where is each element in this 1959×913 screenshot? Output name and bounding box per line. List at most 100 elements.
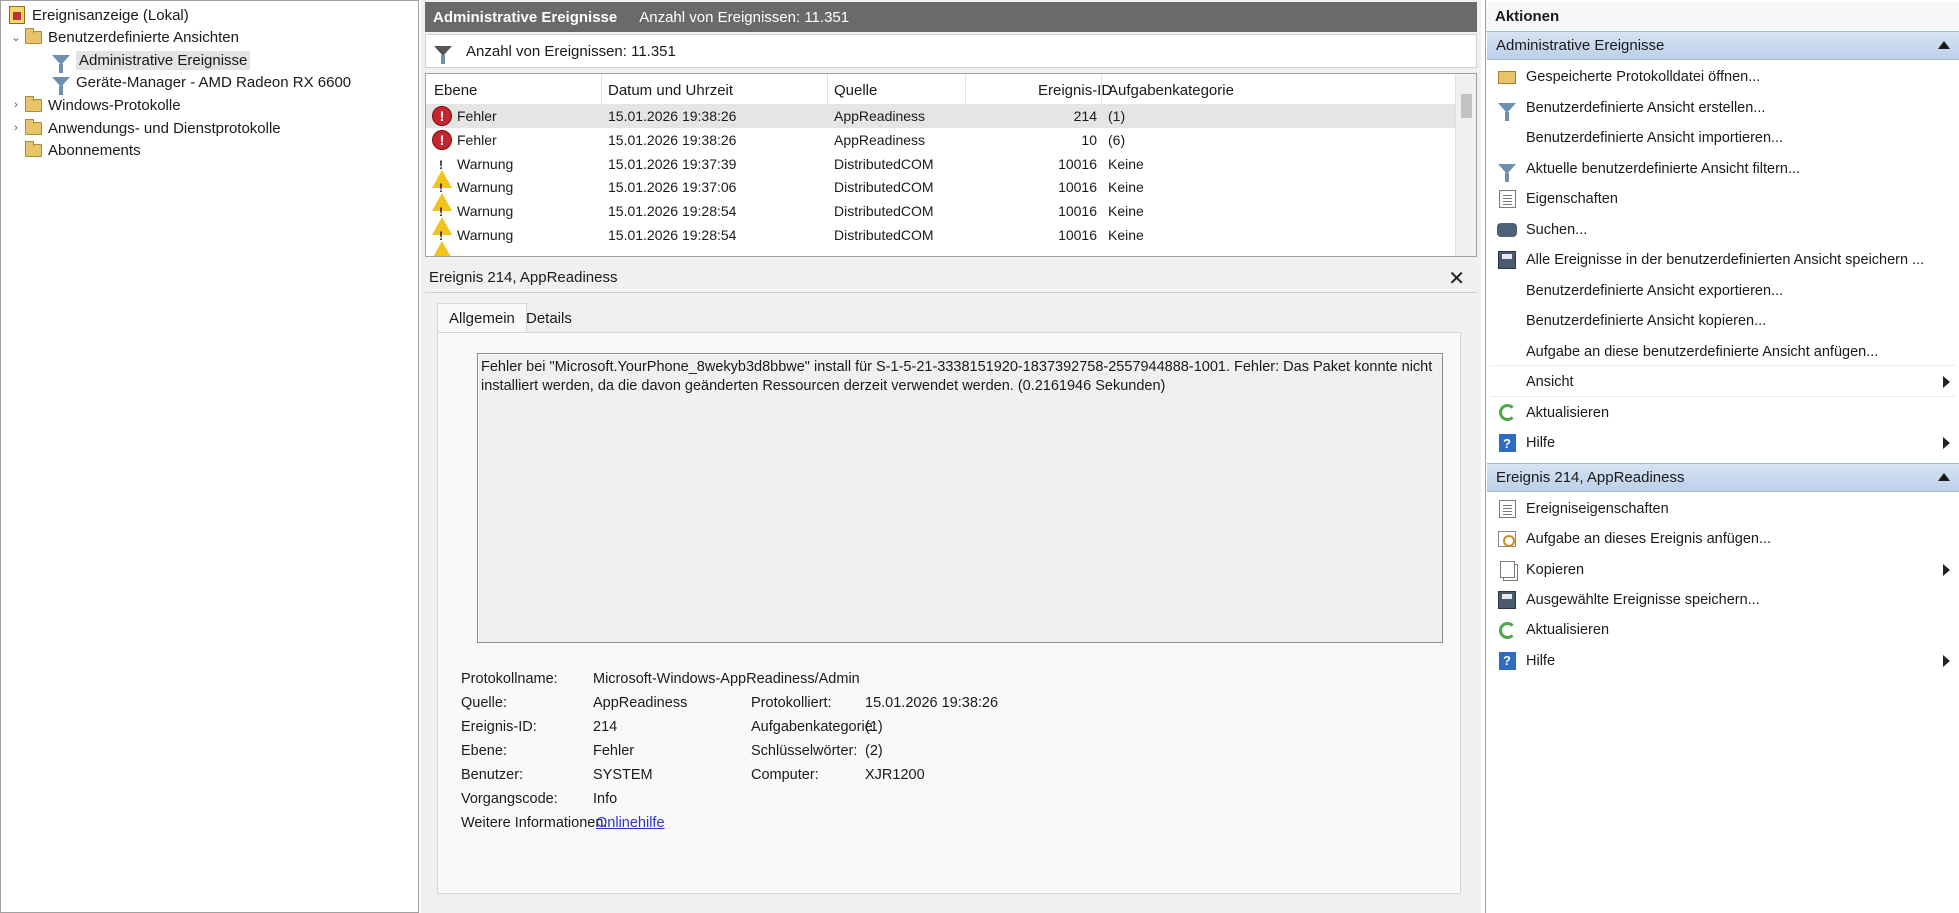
cell-event-id: 10016 [1058, 155, 1097, 172]
save-icon [1497, 590, 1517, 610]
cell-source: DistributedCOM [834, 179, 934, 196]
tab-details[interactable]: Details [515, 303, 583, 333]
action-label: Benutzerdefinierte Ansicht erstellen... [1526, 99, 1766, 116]
tree-node-device-manager[interactable]: Geräte-Manager - AMD Radeon RX 6600 [51, 71, 351, 95]
action-benutzerdefinierte-ansicht-erstellen[interactable]: Benutzerdefinierte Ansicht erstellen... [1486, 93, 1959, 123]
value-task-category[interactable]: (1) [865, 719, 883, 735]
value-logged[interactable]: 15.01.2026 19:38:26 [865, 695, 998, 711]
action-aktualisieren[interactable]: Aktualisieren [1486, 398, 1959, 428]
event-count: Anzahl von Ereignissen: 11.351 [639, 8, 850, 26]
cell-task-category: (6) [1108, 131, 1126, 148]
action-aufgabe-an-diese-benutzerdefinierte-ansicht-anfügen[interactable]: Aufgabe an diese benutzerdefinierte Ansi… [1486, 337, 1959, 367]
cell-level: Warnung [457, 203, 514, 220]
cell-event-id: 214 [1073, 108, 1097, 124]
cell-source: DistributedCOM [834, 227, 934, 243]
table-scrollbar[interactable] [1455, 74, 1476, 256]
warning-icon: ! [432, 225, 452, 256]
help-icon: ? [1497, 433, 1517, 453]
action-gespeicherte-protokolldatei-öffnen[interactable]: Gespeicherte Protokolldatei öffnen... [1486, 62, 1959, 92]
action-hilfe[interactable]: ? Hilfe [1486, 646, 1959, 676]
collapse-icon[interactable] [1938, 473, 1950, 481]
column-header-task-category[interactable]: Aufgabenkategorie [1108, 82, 1234, 99]
chevron-down-icon[interactable]: ⌄ [9, 31, 23, 44]
tree-node-custom-views[interactable]: ⌄ Benutzerdefinierte Ansichten [9, 26, 239, 48]
tree-node-root[interactable]: Ereignisanzeige (Lokal) [7, 4, 189, 26]
action-alle-ereignisse-in-der-benutzerdefinierten-ansicht-speichern[interactable]: Alle Ereignisse in der benutzerdefiniert… [1486, 245, 1959, 275]
label-task-category: Aufgabenkategorie: [751, 719, 877, 735]
column-header-source[interactable]: Quelle [834, 82, 877, 99]
column-header-datetime[interactable]: Datum und Uhrzeit [608, 82, 733, 99]
action-ansicht[interactable]: Ansicht [1486, 367, 1959, 397]
collapse-icon[interactable] [1938, 41, 1950, 49]
cell-source: DistributedCOM [834, 155, 934, 172]
value-opcode[interactable]: Info [593, 791, 617, 807]
action-kopieren[interactable]: Kopieren [1486, 555, 1959, 585]
tree-node-admin-events[interactable]: Administrative Ereignisse [51, 49, 251, 73]
action-ausgewählte-ereignisse-speichern[interactable]: Ausgewählte Ereignisse speichern... [1486, 585, 1959, 615]
section-admin-events[interactable]: Administrative Ereignisse [1487, 31, 1959, 60]
value-event-id[interactable]: 214 [593, 719, 617, 735]
action-benutzerdefinierte-ansicht-kopieren[interactable]: Benutzerdefinierte Ansicht kopieren... [1486, 306, 1959, 336]
action-aktualisieren[interactable]: Aktualisieren [1486, 615, 1959, 645]
action-suchen[interactable]: Suchen... [1486, 215, 1959, 245]
action-benutzerdefinierte-ansicht-exportieren[interactable]: Benutzerdefinierte Ansicht exportieren..… [1486, 276, 1959, 306]
action-aufgabe-an-dieses-ereignis-anfügen[interactable]: Aufgabe an dieses Ereignis anfügen... [1486, 524, 1959, 554]
event-properties-icon [1497, 499, 1517, 519]
table-row[interactable]: ! Warnung 15.01.2026 19:37:39 DistributedCO… [426, 152, 1456, 188]
events-table[interactable]: Ebene Datum und Uhrzeit Quelle Ereignis-… [425, 73, 1477, 257]
value-source[interactable]: AppReadiness [593, 695, 687, 711]
tree-node-subscriptions[interactable]: Abonnements [23, 139, 141, 161]
value-computer[interactable]: XJR1200 [865, 767, 925, 783]
value-level[interactable]: Fehler [593, 743, 634, 759]
close-icon[interactable]: ✕ [1448, 266, 1465, 291]
create-view-icon [1497, 98, 1517, 121]
value-log-name[interactable]: Microsoft-Windows-AppReadiness/Admin [593, 671, 860, 687]
filter-icon [51, 72, 71, 95]
event-detail-title: Ereignis 214, AppReadiness [429, 269, 618, 286]
action-label: Ausgewählte Ereignisse speichern... [1526, 591, 1760, 608]
folder-icon [23, 140, 43, 160]
cell-level: Fehler [457, 131, 497, 148]
folder-icon [23, 118, 43, 138]
tree-label-root: Ereignisanzeige (Lokal) [32, 6, 189, 24]
tree-node-app-service-logs[interactable]: › Anwendungs- und Dienstprotokolle [9, 117, 281, 139]
column-header-level[interactable]: Ebene [434, 82, 477, 99]
chevron-right-icon[interactable]: › [9, 122, 23, 134]
tab-general[interactable]: Allgemein [437, 303, 527, 333]
action-aktuelle-benutzerdefinierte-ansicht-filtern[interactable]: Aktuelle benutzerdefinierte Ansicht filt… [1486, 154, 1959, 184]
open-log-icon [1497, 67, 1517, 87]
properties-icon [1497, 189, 1517, 209]
cell-level: Warnung [457, 155, 514, 172]
table-row[interactable] [426, 247, 1456, 255]
event-detail-header: Ereignis 214, AppReadiness ✕ [425, 263, 1477, 293]
table-row[interactable]: ! Warnung 15.01.2026 19:28:54 DistributedCO… [426, 199, 1456, 236]
section-event[interactable]: Ereignis 214, AppReadiness [1487, 463, 1959, 492]
table-row[interactable]: ! Fehler 15.01.2026 19:38:26 AppReadiness 21… [426, 104, 1456, 128]
action-benutzerdefinierte-ansicht-importieren[interactable]: Benutzerdefinierte Ansicht importieren..… [1486, 123, 1959, 153]
cell-level: Warnung [457, 179, 514, 196]
chevron-right-icon[interactable]: › [9, 99, 23, 111]
action-eigenschaften[interactable]: Eigenschaften [1486, 184, 1959, 214]
table-row[interactable]: ! Warnung 15.01.2026 19:28:54 DistributedCO… [426, 223, 1456, 256]
action-label: Benutzerdefinierte Ansicht importieren..… [1526, 130, 1784, 146]
attach-task-icon [1497, 529, 1517, 549]
cell-task-category: Keine [1108, 227, 1144, 243]
table-row[interactable]: ! Fehler 15.01.2026 19:38:26 AppReadiness 10… [426, 128, 1456, 152]
cell-level: Warnung [457, 227, 514, 243]
value-user[interactable]: SYSTEM [593, 767, 653, 783]
table-row[interactable]: ! Warnung 15.01.2026 19:37:06 DistributedCO… [426, 175, 1456, 212]
cell-datetime: 15.01.2026 19:28:54 [608, 203, 737, 220]
scrollbar-thumb[interactable] [1461, 94, 1472, 118]
action-ereigniseigenschaften[interactable]: Ereigniseigenschaften [1486, 494, 1959, 524]
tree-node-windows-logs[interactable]: › Windows-Protokolle [9, 94, 181, 116]
submenu-arrow-icon [1943, 437, 1950, 449]
value-keywords[interactable]: (2) [865, 743, 883, 759]
event-description[interactable]: Fehler bei "Microsoft.YourPhone_8wekyb3d… [477, 353, 1443, 643]
action-label: Benutzerdefinierte Ansicht exportieren..… [1526, 282, 1784, 299]
filter-icon [1497, 159, 1517, 182]
folder-icon [23, 95, 43, 115]
online-help-link[interactable]: Onlinehilfe [596, 815, 665, 831]
tree-label-subscriptions: Abonnements [48, 141, 141, 159]
action-hilfe[interactable]: ? Hilfe [1486, 428, 1959, 458]
submenu-arrow-icon [1943, 654, 1950, 667]
